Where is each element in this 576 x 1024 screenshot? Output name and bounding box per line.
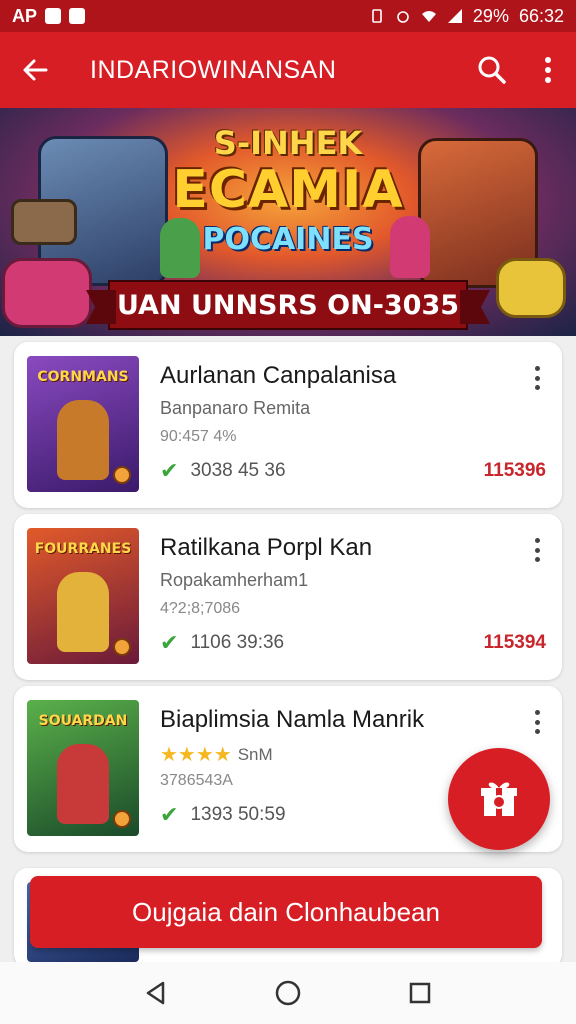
promo-banner[interactable]: S-INHEK ECAMIA POCAINES UAN UNNSRS ON-30…	[0, 108, 576, 336]
banner-ribbon: UAN UNNSRS ON-3035	[108, 280, 468, 330]
gamepad-left-illustration	[2, 258, 92, 328]
item-subtitle: Banpanaro Remita	[160, 398, 311, 418]
item-more-button[interactable]	[526, 706, 548, 738]
item-title: Aurlanan Canpalanisa	[160, 362, 397, 389]
battery-percent: 29%	[472, 5, 509, 26]
item-thumbnail: CORNMANS	[27, 356, 139, 492]
thumbnail-badge	[113, 638, 131, 656]
item-price: 115396	[483, 460, 546, 481]
item-thumbnail: SOUARDAN	[27, 700, 139, 836]
banner-headline-main: ECAMIA	[172, 160, 404, 220]
list-item[interactable]: FOURRANES Ratilkana Porpl Kan Ropakamher…	[14, 514, 562, 680]
item-subtitle: Ropakamherham1	[160, 570, 309, 590]
app-bar: INDARIOWINANSAN	[0, 32, 576, 108]
status-left: AP	[12, 5, 86, 27]
thumbnail-badge	[113, 810, 131, 828]
status-time: 66:32	[518, 5, 564, 26]
dot-icon	[534, 729, 540, 734]
overflow-menu-button[interactable]	[520, 32, 576, 108]
notification-icon	[45, 8, 62, 24]
nav-recents-icon	[409, 982, 431, 1004]
rating-text: SnM	[237, 744, 273, 764]
nav-back-button[interactable]	[136, 973, 176, 1013]
check-icon: ✔	[160, 458, 179, 483]
item-stat: 1393 50:59	[190, 804, 286, 825]
item-stat-row: ✔ 1393 50:59	[160, 802, 286, 828]
wifi-icon	[421, 11, 436, 22]
dot-icon	[534, 385, 540, 390]
thumbnail-badge	[113, 466, 131, 484]
banner-headline-sub: POCAINES	[202, 222, 374, 257]
gift-icon	[481, 782, 517, 816]
item-title: Biaplimsia Namla Manrik	[160, 706, 425, 733]
thumbnail-character	[57, 400, 109, 480]
check-icon: ✔	[160, 630, 179, 655]
home-notification-icon	[69, 8, 86, 24]
status-bar: AP 29% 66:32	[0, 0, 576, 32]
item-thumbnail: FOURRANES	[27, 528, 139, 664]
page-title: INDARIOWINANSAN	[90, 55, 337, 84]
item-meta: 90:457 4%	[160, 428, 237, 445]
thumbnail-character	[57, 572, 109, 652]
item-stat-row: ✔ 3038 45 36	[160, 458, 286, 484]
item-stat: 3038 45 36	[190, 460, 286, 481]
status-carrier: AP	[12, 5, 38, 26]
back-button[interactable]	[0, 32, 70, 108]
search-button[interactable]	[464, 32, 520, 108]
dot-icon	[534, 710, 540, 715]
dot-icon	[534, 557, 540, 562]
nav-recents-button[interactable]	[400, 973, 440, 1013]
vibrate-icon	[372, 9, 382, 23]
list-item[interactable]: CORNMANS Aurlanan Canpalanisa Banpanaro …	[14, 342, 562, 508]
item-more-button[interactable]	[526, 362, 548, 394]
item-meta: 3786543A	[160, 772, 233, 789]
star-rating-icon: ★★★★	[160, 744, 232, 766]
item-title: Ratilkana Porpl Kan	[160, 534, 373, 561]
check-icon: ✔	[160, 802, 179, 827]
thumbnail-title: SOUARDAN	[38, 713, 128, 729]
gift-fab-button[interactable]	[448, 748, 550, 850]
item-meta: 4?2;8;7086	[160, 600, 241, 617]
more-vertical-icon	[545, 57, 551, 83]
dot-icon	[534, 538, 540, 543]
thumbnail-character	[57, 744, 109, 824]
dot-icon	[534, 366, 540, 371]
nav-home-icon	[275, 980, 301, 1006]
nav-back-icon	[146, 981, 165, 1005]
thumbnail-title: FOURRANES	[34, 541, 132, 557]
alarm-icon	[397, 11, 409, 23]
primary-action-button[interactable]: Oujgaia dain Clonhaubean	[30, 876, 542, 948]
signal-icon	[447, 9, 462, 23]
status-right: 29% 66:32	[369, 6, 564, 27]
dot-icon	[534, 375, 540, 381]
dot-icon	[534, 547, 540, 553]
thumbnail-title: CORNMANS	[37, 369, 129, 385]
arrow-left-icon	[23, 59, 48, 81]
gamepad-right-illustration	[496, 258, 566, 318]
banner-headline-top: S-INHEK	[213, 124, 363, 162]
nav-home-button[interactable]	[268, 973, 308, 1013]
item-price: 115394	[483, 632, 546, 653]
item-stat: 1106 39:36	[190, 632, 285, 653]
item-rating: ★★★★ SnM	[160, 742, 273, 767]
item-stat-row: ✔ 1106 39:36	[160, 630, 284, 656]
system-nav-bar	[0, 962, 576, 1024]
dot-icon	[534, 719, 540, 725]
search-icon	[478, 56, 506, 84]
item-more-button[interactable]	[526, 534, 548, 566]
